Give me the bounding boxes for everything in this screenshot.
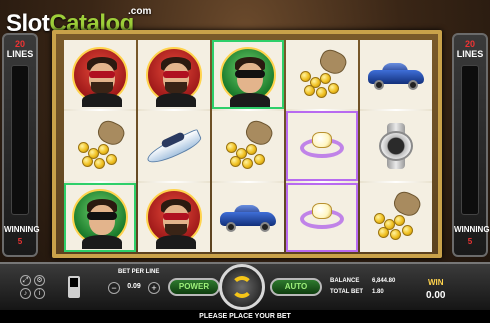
menu-icons: ⤢ ⚙ ♪ i: [18, 274, 50, 302]
lines-track: [11, 65, 29, 215]
balance-value: 6,844.80: [372, 278, 396, 284]
symbol-speedboat: [138, 111, 210, 181]
symbol-watch: [360, 111, 432, 181]
control-bar: ⤢ ⚙ ♪ i BET PER LINE − 0.09 + POWER AUTO…: [0, 262, 490, 310]
reel-frame: [52, 30, 442, 258]
sports-car-icon: [366, 60, 426, 90]
diamond-ring-icon: [296, 197, 348, 237]
status-message: PLEASE PLACE YOUR BET: [199, 313, 291, 320]
bet-increase-button[interactable]: +: [148, 282, 160, 294]
symbol-coins: [360, 182, 432, 252]
diamond-ring-icon: [296, 126, 348, 166]
lines-count: 20: [14, 39, 25, 49]
lines-label: LINES: [456, 49, 484, 59]
info-icon[interactable]: i: [34, 288, 45, 299]
lines-count: 20: [464, 39, 475, 49]
coin-bag-icon: [294, 46, 350, 103]
win-label: WIN: [428, 278, 444, 287]
watch-icon: [371, 121, 421, 171]
winning-label: WINNING: [454, 225, 490, 234]
left-lines-panel: 20 LINES WINNING 5: [2, 33, 40, 257]
symbol-coins: [64, 111, 136, 181]
bet-decrease-button[interactable]: −: [108, 282, 120, 294]
reel-5: [360, 40, 432, 252]
win-value: 0.00: [426, 290, 446, 301]
symbol-mask: [64, 182, 136, 252]
symbol-coins: [286, 40, 358, 110]
fullscreen-icon[interactable]: ⤢: [20, 275, 31, 286]
bet-per-line-label: BET PER LINE: [118, 269, 160, 275]
reels-grid: [64, 40, 432, 252]
boss-icon: [72, 46, 128, 107]
reel-4: [286, 40, 358, 252]
reel-3: [212, 40, 284, 252]
game-scene: SlotCatalog .com 20 LINES WINNING 5 20 L…: [0, 0, 490, 323]
sound-icon[interactable]: ♪: [20, 288, 31, 299]
coin-bag-icon: [368, 188, 424, 245]
total-bet-value: 1.80: [372, 289, 384, 295]
symbol-sports-car: [360, 40, 432, 110]
total-bet-label: TOTAL BET: [330, 289, 363, 295]
boss-icon: [146, 189, 202, 250]
winning-value: 5: [467, 237, 473, 246]
reel-2: [138, 40, 210, 252]
lines-label: LINES: [6, 49, 34, 59]
auto-button[interactable]: AUTO: [270, 278, 322, 296]
lines-track: [461, 65, 479, 215]
message-bar: PLEASE PLACE YOUR BET: [0, 310, 490, 323]
symbol-sports-car: [212, 182, 284, 252]
bet-per-line-stepper: − 0.09 +: [108, 282, 160, 296]
winning-value: 5: [17, 237, 23, 246]
balance-label: BALANCE: [330, 278, 360, 284]
symbol-coins: [212, 111, 284, 181]
bet-per-line-value: 0.09: [127, 283, 141, 290]
symbol-ring: [286, 182, 358, 252]
settings-icon[interactable]: ⚙: [34, 275, 45, 286]
right-lines-panel: 20 LINES WINNING 5: [452, 33, 490, 257]
coin-bag-icon: [72, 117, 128, 174]
symbol-ring: [286, 111, 358, 181]
bet-stats: BALANCE 6,844.80 TOTAL BET 1.80: [330, 278, 420, 300]
spin-button[interactable]: [219, 264, 265, 310]
power-button[interactable]: POWER: [168, 278, 220, 296]
coin-bag-icon: [220, 117, 276, 174]
symbol-boss: [138, 40, 210, 110]
symbol-boss: [64, 40, 136, 110]
winning-label: WINNING: [4, 225, 40, 234]
reel-1: [64, 40, 136, 252]
symbol-mask: [212, 40, 284, 110]
logo-suffix: .com: [128, 6, 152, 17]
battery-icon: [68, 276, 80, 298]
sports-car-icon: [218, 202, 278, 233]
speedboat-icon: [143, 126, 205, 168]
symbol-boss: [138, 182, 210, 252]
boss-icon: [146, 46, 202, 107]
masked-man-icon: [220, 46, 276, 107]
masked-man-icon: [72, 189, 128, 250]
spin-arrows-icon: [231, 276, 253, 298]
